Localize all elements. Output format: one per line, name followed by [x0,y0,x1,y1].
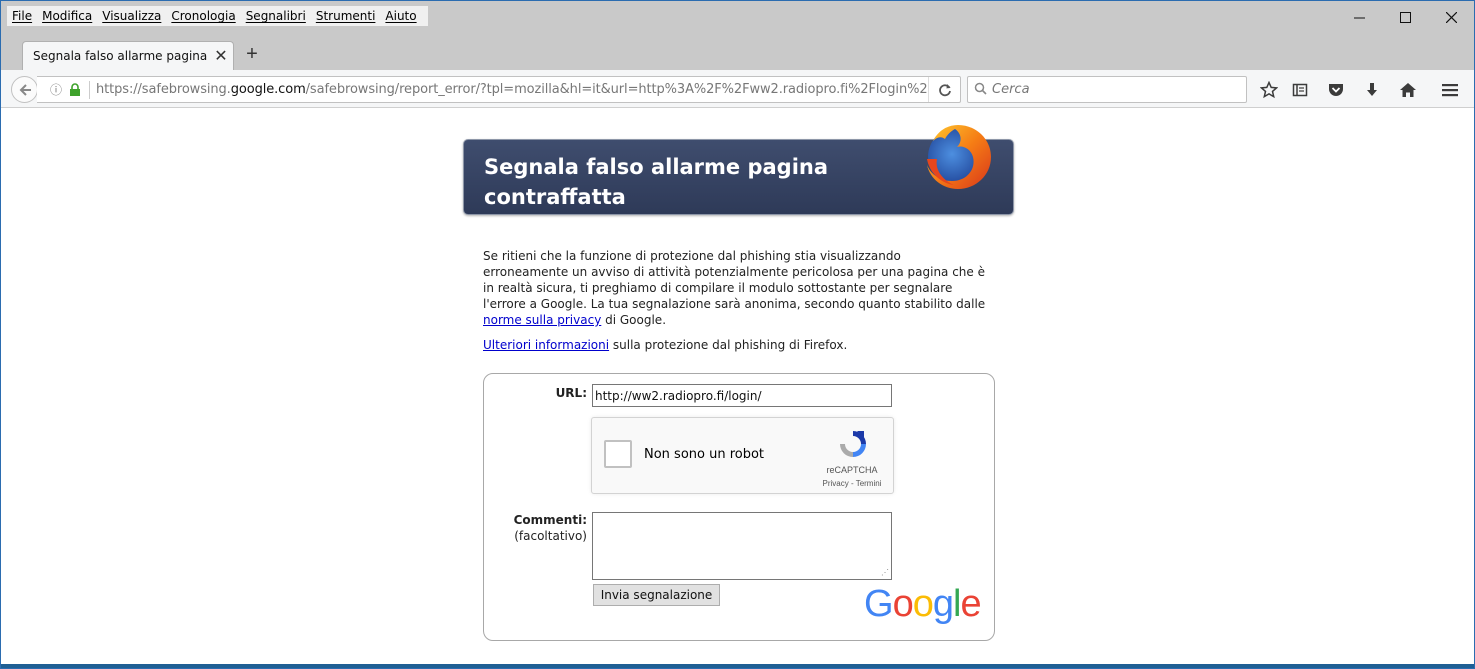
menu-segnalibri[interactable]: Segnalibri [241,9,311,23]
tab-strip: Segnala falso allarme pagina c... ✕ + [1,33,1474,70]
google-logo-letter: o [892,583,914,625]
menu-file[interactable]: File [7,9,37,23]
minimize-button[interactable] [1336,1,1382,33]
taskbar-strip [1,664,1474,668]
google-logo-letter: o [912,583,934,625]
google-logo-letter: g [932,583,954,625]
more-info-paragraph: Ulteriori informazioni sulla protezione … [483,338,988,352]
search-icon [974,82,992,98]
bookmark-star-icon[interactable] [1257,78,1281,102]
close-window-button[interactable] [1428,1,1474,33]
menu-cronologia[interactable]: Cronologia [166,9,240,23]
url-separator [89,80,90,99]
minimize-icon [1353,17,1365,18]
maximize-button[interactable] [1382,1,1428,33]
submit-button[interactable]: Invia segnalazione [593,584,720,606]
firefox-logo-icon [927,125,991,189]
url-domain: google.com [230,82,306,97]
search-placeholder: Cerca [992,82,1030,97]
recaptcha-label: Non sono un robot [644,447,765,462]
back-button[interactable] [11,76,38,103]
page-title: Segnala falso allarme pagina contraffatt… [484,155,829,209]
download-icon[interactable] [1360,78,1384,102]
recaptcha-logo-icon [840,431,866,457]
recaptcha-links[interactable]: Privacy - Termini [814,479,890,488]
url-label: URL: [555,386,587,400]
back-arrow-icon [19,83,31,96]
reload-button[interactable] [928,77,960,102]
title-bar: File Modifica Visualizza Cronologia Segn… [1,1,1474,33]
info-icon[interactable]: ⓘ [47,81,65,98]
menu-visualizza[interactable]: Visualizza [97,9,166,23]
recaptcha-brand: reCAPTCHA [826,465,878,475]
google-logo-letter: e [960,583,981,625]
url-bar[interactable]: ⓘ https://safebrowsing.google.com/safebr… [37,76,961,103]
more-info-link[interactable]: Ulteriori informazioni [483,338,609,352]
url-prefix: https://safebrowsing. [96,82,231,97]
url-text[interactable]: https://safebrowsing.google.com/safebrow… [96,82,928,97]
recaptcha-checkbox[interactable] [604,440,632,468]
report-form: URL: Non sono un robot reCAPTCHA Privacy… [483,373,995,641]
intro-text-2: di Google. [601,313,667,327]
pocket-icon[interactable] [1324,78,1348,102]
resize-grip-icon[interactable]: ⋰ [881,569,889,577]
menu-aiuto[interactable]: Aiuto [380,9,421,23]
close-icon [1445,11,1457,23]
google-logo: Google [864,582,982,626]
search-bar[interactable]: Cerca [967,76,1247,103]
hamburger-menu-icon[interactable] [1438,78,1462,102]
navigation-bar: ⓘ https://safebrowsing.google.com/safebr… [1,70,1474,108]
url-suffix: /safebrowsing/report_error/?tpl=mozilla&… [305,82,928,97]
home-icon[interactable] [1396,78,1420,102]
tab-close-icon[interactable]: ✕ [209,46,233,66]
reading-list-icon[interactable] [1288,78,1312,102]
comments-label: Commenti: [513,513,587,527]
menu-bar: File Modifica Visualizza Cronologia Segn… [7,6,428,26]
page-content: Segnala falso allarme pagina contraffatt… [1,109,1474,668]
recaptcha-widget: Non sono un robot reCAPTCHA Privacy - Te… [591,417,894,494]
url-field[interactable] [592,384,892,407]
browser-window: File Modifica Visualizza Cronologia Segn… [0,0,1475,669]
maximize-icon [1399,11,1411,23]
more-info-text: sulla protezione dal phishing di Firefox… [609,338,848,352]
comments-textarea[interactable]: ⋰ [592,512,892,580]
menu-strumenti[interactable]: Strumenti [311,9,381,23]
window-controls [1336,1,1474,33]
menu-modifica[interactable]: Modifica [37,9,97,23]
tab-title: Segnala falso allarme pagina c... [33,49,209,63]
lock-icon[interactable] [67,82,83,98]
comments-sublabel: (facoltativo) [514,529,587,543]
privacy-link[interactable]: norme sulla privacy [483,313,601,327]
new-tab-button[interactable]: + [241,43,263,65]
google-logo-letter: G [864,583,894,625]
reload-icon [938,83,951,96]
intro-text-1: Se ritieni che la funzione di protezione… [483,249,986,311]
tab-active[interactable]: Segnala falso allarme pagina c... ✕ [22,41,234,70]
intro-paragraph: Se ritieni che la funzione di protezione… [483,248,988,328]
